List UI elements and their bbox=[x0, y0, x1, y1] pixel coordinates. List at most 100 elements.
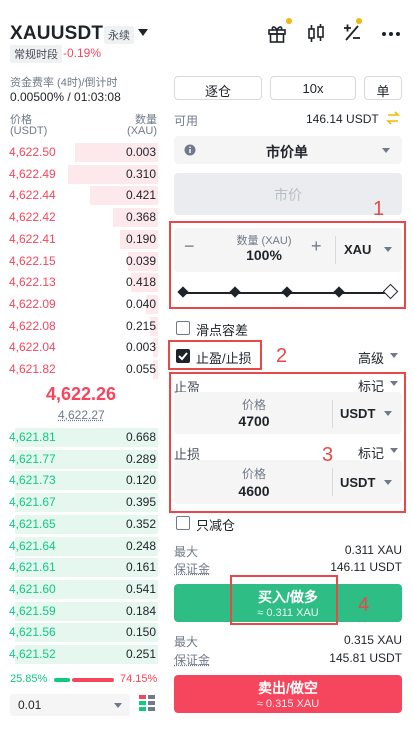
depth-precision-select[interactable]: 0.01 bbox=[10, 694, 130, 716]
annotation-box-quantity bbox=[169, 221, 406, 309]
buy-max-value: 0.311 XAU bbox=[344, 543, 402, 557]
ask-row[interactable]: 4,622.09 0.040 bbox=[0, 293, 160, 315]
annotation-number-3: 3 bbox=[322, 444, 334, 466]
ask-qty: 0.190 bbox=[125, 231, 156, 246]
bid-row[interactable]: 4,621.56 0.150 bbox=[0, 621, 160, 643]
bid-qty: 0.120 bbox=[125, 473, 156, 488]
sell-margin-value: 145.81 USDT bbox=[329, 651, 402, 665]
ask-row[interactable]: 4,622.08 0.215 bbox=[0, 315, 160, 337]
buy-ratio: 25.85% bbox=[10, 673, 48, 685]
buy-ratio-bar bbox=[54, 678, 70, 682]
bid-price: 4,621.64 bbox=[9, 538, 56, 553]
bid-row[interactable]: 4,621.73 0.120 bbox=[0, 469, 160, 491]
ask-price: 4,622.04 bbox=[9, 340, 56, 355]
advanced-select[interactable]: 高级 bbox=[358, 348, 384, 367]
ask-qty: 0.040 bbox=[125, 296, 156, 311]
bid-price: 4,621.60 bbox=[9, 581, 56, 596]
ask-price: 4,622.08 bbox=[9, 318, 56, 333]
ask-row[interactable]: 4,622.49 0.310 bbox=[0, 163, 160, 185]
ask-qty: 0.003 bbox=[125, 340, 156, 355]
plus-minus-icon[interactable] bbox=[341, 22, 363, 44]
ask-price: 4,622.44 bbox=[9, 188, 56, 203]
slippage-checkbox[interactable] bbox=[176, 321, 190, 335]
sell-ratio: 74.15% bbox=[120, 673, 158, 685]
buy-max-label: 最大 bbox=[174, 545, 199, 559]
ask-row[interactable]: 4,622.13 0.418 bbox=[0, 271, 160, 293]
ob-price-unit: (USDT) bbox=[10, 125, 48, 137]
ask-qty: 0.215 bbox=[125, 318, 156, 333]
ask-price: 4,622.13 bbox=[9, 275, 56, 290]
chevron-down-icon bbox=[390, 353, 398, 358]
ask-row[interactable]: 4,622.50 0.003 bbox=[0, 141, 160, 163]
sell-short-button[interactable]: 卖出/做空 ≈ 0.315 XAU bbox=[174, 675, 402, 713]
funding-label: 资金费率 (4时)/倒计时 bbox=[10, 77, 118, 89]
annotation-number-2: 2 bbox=[276, 345, 288, 367]
chevron-down-icon[interactable] bbox=[138, 29, 148, 36]
ask-row[interactable]: 4,622.04 0.003 bbox=[0, 336, 160, 358]
sell-max-label: 最大 bbox=[174, 635, 199, 649]
funding-value: 0.00500% / 01:03:08 bbox=[10, 90, 121, 104]
mark-price[interactable]: 4,622.27 bbox=[58, 408, 105, 422]
price-input[interactable]: 市价 bbox=[174, 173, 402, 215]
ask-qty: 0.055 bbox=[125, 362, 156, 376]
bid-row[interactable]: 4,621.67 0.395 bbox=[0, 491, 160, 513]
bid-qty: 0.161 bbox=[125, 560, 156, 575]
bid-qty: 0.251 bbox=[125, 647, 156, 661]
last-price[interactable]: 4,622.26 bbox=[46, 384, 116, 405]
bid-row[interactable]: 4,621.59 0.184 bbox=[0, 600, 160, 622]
bid-row[interactable]: 4,621.77 0.289 bbox=[0, 448, 160, 470]
transfer-icon[interactable] bbox=[386, 111, 400, 125]
order-type-select[interactable]: 市价单 bbox=[174, 136, 402, 164]
reduce-only-label: 只减仓 bbox=[196, 518, 236, 533]
ask-row[interactable]: 4,622.42 0.368 bbox=[0, 206, 160, 228]
sell-ratio-bar bbox=[72, 678, 114, 682]
margin-mode-button[interactable]: 逐仓 bbox=[174, 76, 262, 100]
buy-margin-value: 146.11 USDT bbox=[330, 560, 402, 574]
ask-qty: 0.310 bbox=[125, 166, 156, 181]
bid-qty: 0.248 bbox=[125, 538, 156, 553]
orderbook-layout-icon[interactable] bbox=[138, 694, 156, 712]
position-mode-button[interactable]: 单 bbox=[364, 76, 402, 100]
sell-button-label: 卖出/做空 bbox=[258, 680, 318, 696]
bid-row[interactable]: 4,621.65 0.352 bbox=[0, 513, 160, 535]
reduce-only-checkbox[interactable] bbox=[176, 516, 190, 530]
bid-price: 4,621.59 bbox=[9, 603, 56, 618]
leverage-button[interactable]: 10x bbox=[270, 76, 356, 100]
ask-price: 4,622.42 bbox=[9, 210, 56, 225]
available-label: 可用 bbox=[174, 114, 199, 128]
bid-price: 4,621.61 bbox=[9, 560, 56, 575]
ask-price: 4,622.50 bbox=[9, 145, 56, 159]
ask-qty: 0.368 bbox=[125, 210, 156, 225]
ask-qty: 0.418 bbox=[125, 275, 156, 290]
bid-row[interactable]: 4,621.52 0.251 bbox=[0, 643, 160, 665]
contract-tag: 永续 bbox=[104, 26, 134, 44]
bid-row[interactable]: 4,621.81 0.668 bbox=[0, 426, 160, 448]
slippage-label: 滑点容差 bbox=[196, 323, 249, 338]
order-type-label: 市价单 bbox=[266, 144, 308, 160]
bid-price: 4,621.81 bbox=[9, 430, 56, 444]
notification-dot bbox=[356, 18, 362, 24]
bid-row[interactable]: 4,621.60 0.541 bbox=[0, 578, 160, 600]
ask-row[interactable]: 4,621.82 0.055 bbox=[0, 358, 160, 380]
notification-dot bbox=[286, 18, 292, 24]
more-icon[interactable] bbox=[380, 22, 402, 44]
bid-row[interactable]: 4,621.61 0.161 bbox=[0, 556, 160, 578]
ask-row[interactable]: 4,622.15 0.039 bbox=[0, 250, 160, 272]
bid-qty: 0.352 bbox=[125, 516, 156, 531]
bid-qty: 0.184 bbox=[125, 603, 156, 618]
candlestick-icon[interactable] bbox=[305, 22, 327, 44]
ask-row[interactable]: 4,622.41 0.190 bbox=[0, 228, 160, 250]
annotation-box-tpsl-inputs bbox=[169, 372, 406, 513]
sell-margin-label: 保证金 bbox=[174, 653, 211, 667]
info-icon[interactable] bbox=[184, 144, 196, 156]
gift-icon[interactable] bbox=[266, 22, 288, 44]
ask-price: 4,622.49 bbox=[9, 166, 56, 181]
ask-row[interactable]: 4,622.44 0.421 bbox=[0, 184, 160, 206]
symbol-title[interactable]: XAUUSDT bbox=[10, 23, 103, 45]
bid-row[interactable]: 4,621.64 0.248 bbox=[0, 535, 160, 557]
chevron-down-icon bbox=[114, 703, 122, 708]
bid-price: 4,621.67 bbox=[9, 495, 56, 510]
ask-qty: 0.421 bbox=[125, 188, 156, 203]
bid-price: 4,621.56 bbox=[9, 625, 56, 640]
ask-price: 4,622.09 bbox=[9, 296, 56, 311]
